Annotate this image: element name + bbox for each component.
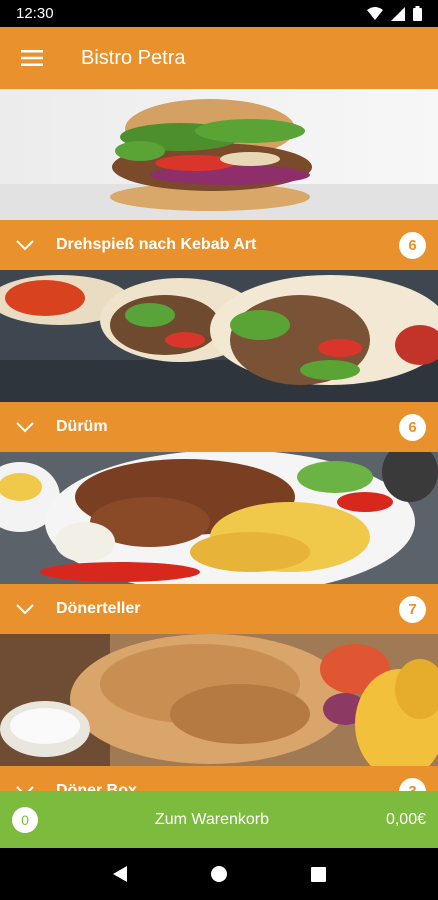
category-image-doener-box[interactable] <box>0 634 438 766</box>
category-label: Döner Box <box>56 782 137 791</box>
category-label: Drehspieß nach Kebab Art <box>56 236 257 253</box>
home-icon <box>210 866 227 882</box>
doenerteller-photo <box>0 452 438 584</box>
back-icon <box>112 866 127 882</box>
category-image-kebab[interactable] <box>0 89 438 220</box>
chevron-down-icon <box>12 778 38 791</box>
status-time: 12:30 <box>16 5 54 22</box>
status-bar: 12:30 <box>0 0 438 27</box>
category-header-drehspiess[interactable]: Drehspieß nach Kebab Art 6 <box>0 220 438 270</box>
cart-label: Zum Warenkorb <box>154 810 270 828</box>
menu-button[interactable] <box>0 27 64 89</box>
home-button[interactable] <box>199 854 239 894</box>
category-image-duerum[interactable] <box>0 270 438 402</box>
count-badge: 6 <box>399 231 426 259</box>
category-label: Dürüm <box>56 418 108 435</box>
duerum-photo <box>0 270 438 402</box>
category-header-duerum[interactable]: Dürüm 6 <box>0 402 438 452</box>
signal-icon <box>391 6 405 21</box>
recents-button[interactable] <box>298 854 338 894</box>
chevron-down-icon <box>12 596 38 622</box>
chevron-down-icon <box>12 414 38 440</box>
recents-icon <box>310 866 326 882</box>
doener-box-photo <box>0 634 438 766</box>
system-nav-bar <box>0 848 438 900</box>
hamburger-menu-icon <box>21 50 43 66</box>
cart-button[interactable]: 0 Zum Warenkorb 0,00€ <box>0 791 438 848</box>
battery-icon <box>413 6 422 21</box>
count-badge: 3 <box>399 777 426 791</box>
kebab-photo <box>0 89 438 220</box>
back-button[interactable] <box>100 854 140 894</box>
app-bar: Bistro Petra <box>0 27 438 89</box>
chevron-down-icon <box>12 232 38 258</box>
wifi-icon <box>367 6 383 20</box>
cart-count-badge: 0 <box>12 806 38 833</box>
count-badge: 7 <box>399 595 426 623</box>
category-header-doener-box[interactable]: Döner Box 3 <box>0 766 438 791</box>
category-image-doenerteller[interactable] <box>0 452 438 584</box>
category-list[interactable]: Drehspieß nach Kebab Art 6 Dürüm 6 Döner… <box>0 89 438 791</box>
cart-total: 0,00€ <box>385 810 426 828</box>
count-badge: 6 <box>399 413 426 441</box>
category-header-doenerteller[interactable]: Dönerteller 7 <box>0 584 438 634</box>
category-label: Dönerteller <box>56 600 141 617</box>
app-title: Bistro Petra <box>81 46 186 69</box>
status-icons <box>367 6 422 21</box>
